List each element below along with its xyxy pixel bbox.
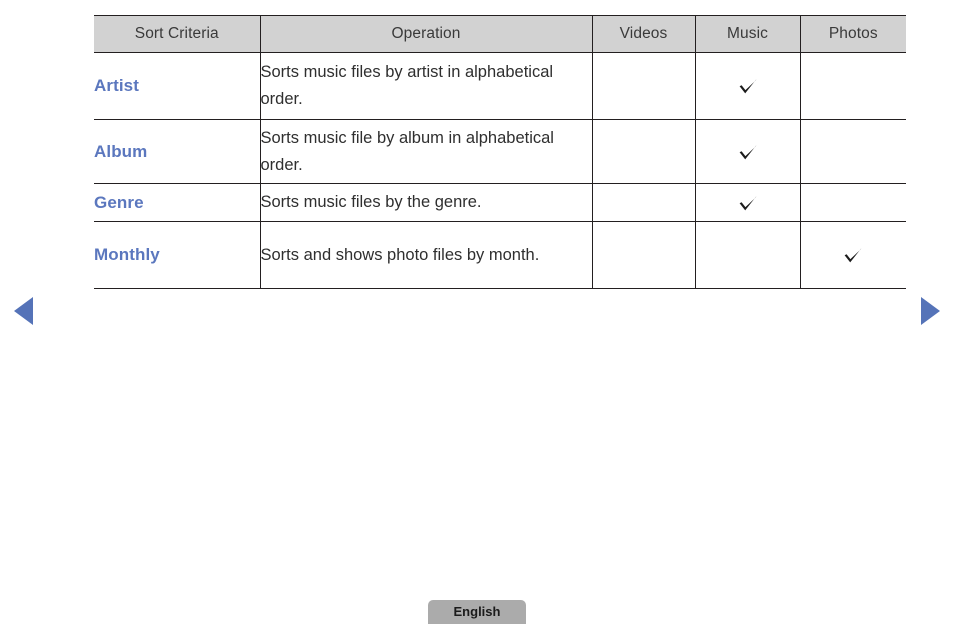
checkmark-icon bbox=[841, 243, 865, 267]
cell-operation: Sorts and shows photo files by month. bbox=[259, 221, 593, 289]
cell-music bbox=[694, 221, 801, 289]
checkmark-icon bbox=[736, 74, 760, 98]
table-row: Album Sorts music file by album in alpha… bbox=[94, 119, 906, 184]
cell-music bbox=[694, 52, 801, 120]
cell-sort-criteria: Album bbox=[94, 119, 261, 184]
column-header-music: Music bbox=[694, 15, 801, 53]
cell-sort-criteria: Genre bbox=[94, 183, 261, 222]
cell-videos bbox=[591, 52, 696, 120]
column-header-videos: Videos bbox=[591, 15, 696, 53]
table-row: Monthly Sorts and shows photo files by m… bbox=[94, 221, 906, 289]
cell-sort-criteria: Artist bbox=[94, 52, 261, 120]
language-button[interactable]: English bbox=[428, 600, 526, 624]
cell-photos bbox=[799, 119, 906, 184]
checkmark-icon bbox=[736, 140, 760, 164]
cell-photos bbox=[799, 183, 906, 222]
cell-operation: Sorts music files by artist in alphabeti… bbox=[259, 52, 593, 120]
checkmark-icon bbox=[736, 191, 760, 215]
cell-photos bbox=[799, 221, 906, 289]
column-header-operation: Operation bbox=[259, 15, 593, 53]
table-row: Artist Sorts music files by artist in al… bbox=[94, 52, 906, 120]
cell-photos bbox=[799, 52, 906, 120]
triangle-right-icon[interactable] bbox=[921, 297, 940, 325]
cell-videos bbox=[591, 119, 696, 184]
cell-music bbox=[694, 183, 801, 222]
cell-videos bbox=[591, 183, 696, 222]
table-row: Genre Sorts music files by the genre. bbox=[94, 183, 906, 222]
cell-music bbox=[694, 119, 801, 184]
column-header-photos: Photos bbox=[799, 15, 906, 53]
cell-videos bbox=[591, 221, 696, 289]
cell-operation: Sorts music file by album in alphabetica… bbox=[259, 119, 593, 184]
cell-operation: Sorts music files by the genre. bbox=[259, 183, 593, 222]
cell-sort-criteria: Monthly bbox=[94, 221, 261, 289]
triangle-left-icon[interactable] bbox=[14, 297, 33, 325]
sort-criteria-table: Sort Criteria Operation Videos Music Pho… bbox=[94, 15, 906, 289]
column-header-sort-criteria: Sort Criteria bbox=[94, 15, 261, 53]
table-header-row: Sort Criteria Operation Videos Music Pho… bbox=[94, 15, 906, 53]
